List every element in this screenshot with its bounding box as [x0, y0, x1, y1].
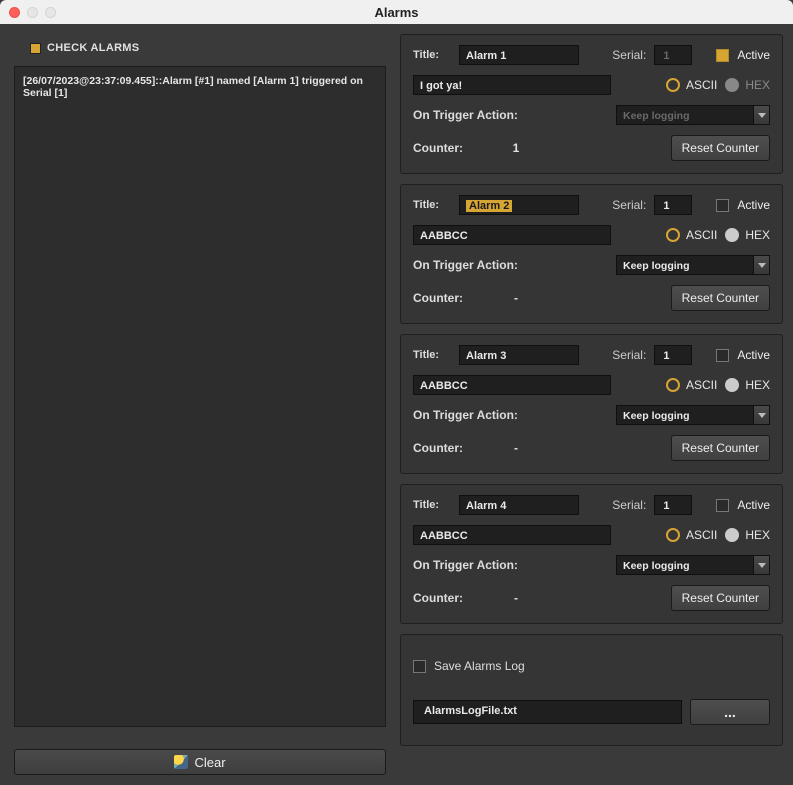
counter-value: - — [471, 591, 561, 605]
active-checkbox[interactable] — [716, 49, 729, 62]
ascii-radio[interactable] — [666, 528, 680, 542]
chevron-down-icon — [758, 563, 766, 568]
ascii-radio[interactable] — [666, 78, 680, 92]
hex-label: HEX — [745, 78, 770, 92]
save-log-label: Save Alarms Log — [434, 659, 525, 673]
counter-value: - — [471, 441, 561, 455]
serial-input[interactable]: 1 — [654, 495, 692, 515]
titlebar: Alarms — [0, 0, 793, 24]
counter-label: Counter: — [413, 141, 463, 155]
chevron-down-icon — [758, 263, 766, 268]
alarm-card-1: Title: Alarm 1 Serial: 1 Active I got ya… — [400, 34, 783, 174]
hex-label: HEX — [745, 378, 770, 392]
active-label: Active — [737, 198, 770, 212]
title-label: Title: — [413, 499, 451, 511]
active-label: Active — [737, 498, 770, 512]
serial-label: Serial: — [612, 348, 646, 362]
active-label: Active — [737, 48, 770, 62]
alarm-card-3: Title: Alarm 3 Serial: 1 Active AABBCC A… — [400, 334, 783, 474]
serial-label: Serial: — [612, 48, 646, 62]
ascii-radio[interactable] — [666, 228, 680, 242]
on-trigger-label: On Trigger Action: — [413, 558, 518, 572]
pattern-input[interactable]: AABBCC — [413, 525, 611, 545]
title-label: Title: — [413, 199, 451, 211]
pattern-input[interactable]: AABBCC — [413, 375, 611, 395]
counter-value: - — [471, 291, 561, 305]
serial-input[interactable]: 1 — [654, 195, 692, 215]
hex-radio[interactable] — [725, 228, 739, 242]
title-input[interactable]: Alarm 4 — [459, 495, 579, 515]
on-trigger-label: On Trigger Action: — [413, 258, 518, 272]
title-label: Title: — [413, 49, 451, 61]
active-checkbox[interactable] — [716, 349, 729, 362]
ascii-label: ASCII — [686, 78, 717, 92]
check-alarms-header: CHECK ALARMS — [14, 38, 386, 62]
action-dropdown-button[interactable] — [754, 255, 770, 275]
hex-label: HEX — [745, 228, 770, 242]
counter-label: Counter: — [413, 591, 463, 605]
reset-counter-button[interactable]: Reset Counter — [671, 135, 770, 161]
hex-radio[interactable] — [725, 528, 739, 542]
hex-label: HEX — [745, 528, 770, 542]
pattern-input[interactable]: AABBCC — [413, 225, 611, 245]
action-dropdown-button[interactable] — [754, 105, 770, 125]
hex-radio[interactable] — [725, 378, 739, 392]
active-checkbox[interactable] — [716, 199, 729, 212]
reset-counter-button[interactable]: Reset Counter — [671, 435, 770, 461]
active-checkbox[interactable] — [716, 499, 729, 512]
hex-radio[interactable] — [725, 78, 739, 92]
alarm-card-4: Title: Alarm 4 Serial: 1 Active AABBCC A… — [400, 484, 783, 624]
alarm-log[interactable]: [26/07/2023@23:37:09.455]::Alarm [#1] na… — [14, 66, 386, 727]
title-input[interactable]: Alarm 1 — [459, 45, 579, 65]
save-log-checkbox[interactable] — [413, 660, 426, 673]
chevron-down-icon — [758, 413, 766, 418]
clear-button[interactable]: Clear — [14, 749, 386, 775]
serial-label: Serial: — [612, 498, 646, 512]
on-trigger-label: On Trigger Action: — [413, 408, 518, 422]
active-label: Active — [737, 348, 770, 362]
action-select[interactable]: Keep logging — [616, 105, 754, 125]
title-input[interactable]: Alarm 2 — [459, 195, 579, 215]
action-dropdown-button[interactable] — [754, 555, 770, 575]
counter-label: Counter: — [413, 441, 463, 455]
action-select[interactable]: Keep logging — [616, 255, 754, 275]
pattern-input[interactable]: I got ya! — [413, 75, 611, 95]
title-label: Title: — [413, 349, 451, 361]
brush-icon — [174, 755, 188, 769]
reset-counter-button[interactable]: Reset Counter — [671, 285, 770, 311]
log-file-input[interactable]: AlarmsLogFile.txt — [413, 700, 682, 724]
alarm-card-2: Title: Alarm 2 Serial: 1 Active AABBCC A… — [400, 184, 783, 324]
reset-counter-button[interactable]: Reset Counter — [671, 585, 770, 611]
save-log-card: Save Alarms Log AlarmsLogFile.txt ... — [400, 634, 783, 746]
on-trigger-label: On Trigger Action: — [413, 108, 518, 122]
square-icon — [30, 43, 41, 54]
title-input[interactable]: Alarm 3 — [459, 345, 579, 365]
browse-button[interactable]: ... — [690, 699, 770, 725]
serial-label: Serial: — [612, 198, 646, 212]
serial-input[interactable]: 1 — [654, 345, 692, 365]
serial-input[interactable]: 1 — [654, 45, 692, 65]
check-alarms-label: CHECK ALARMS — [47, 42, 139, 54]
window-title: Alarms — [0, 5, 793, 20]
clear-label: Clear — [194, 755, 225, 770]
ascii-label: ASCII — [686, 528, 717, 542]
ascii-label: ASCII — [686, 378, 717, 392]
counter-value: 1 — [471, 141, 561, 155]
chevron-down-icon — [758, 113, 766, 118]
ascii-radio[interactable] — [666, 378, 680, 392]
action-select[interactable]: Keep logging — [616, 405, 754, 425]
ascii-label: ASCII — [686, 228, 717, 242]
action-dropdown-button[interactable] — [754, 405, 770, 425]
action-select[interactable]: Keep logging — [616, 555, 754, 575]
counter-label: Counter: — [413, 291, 463, 305]
